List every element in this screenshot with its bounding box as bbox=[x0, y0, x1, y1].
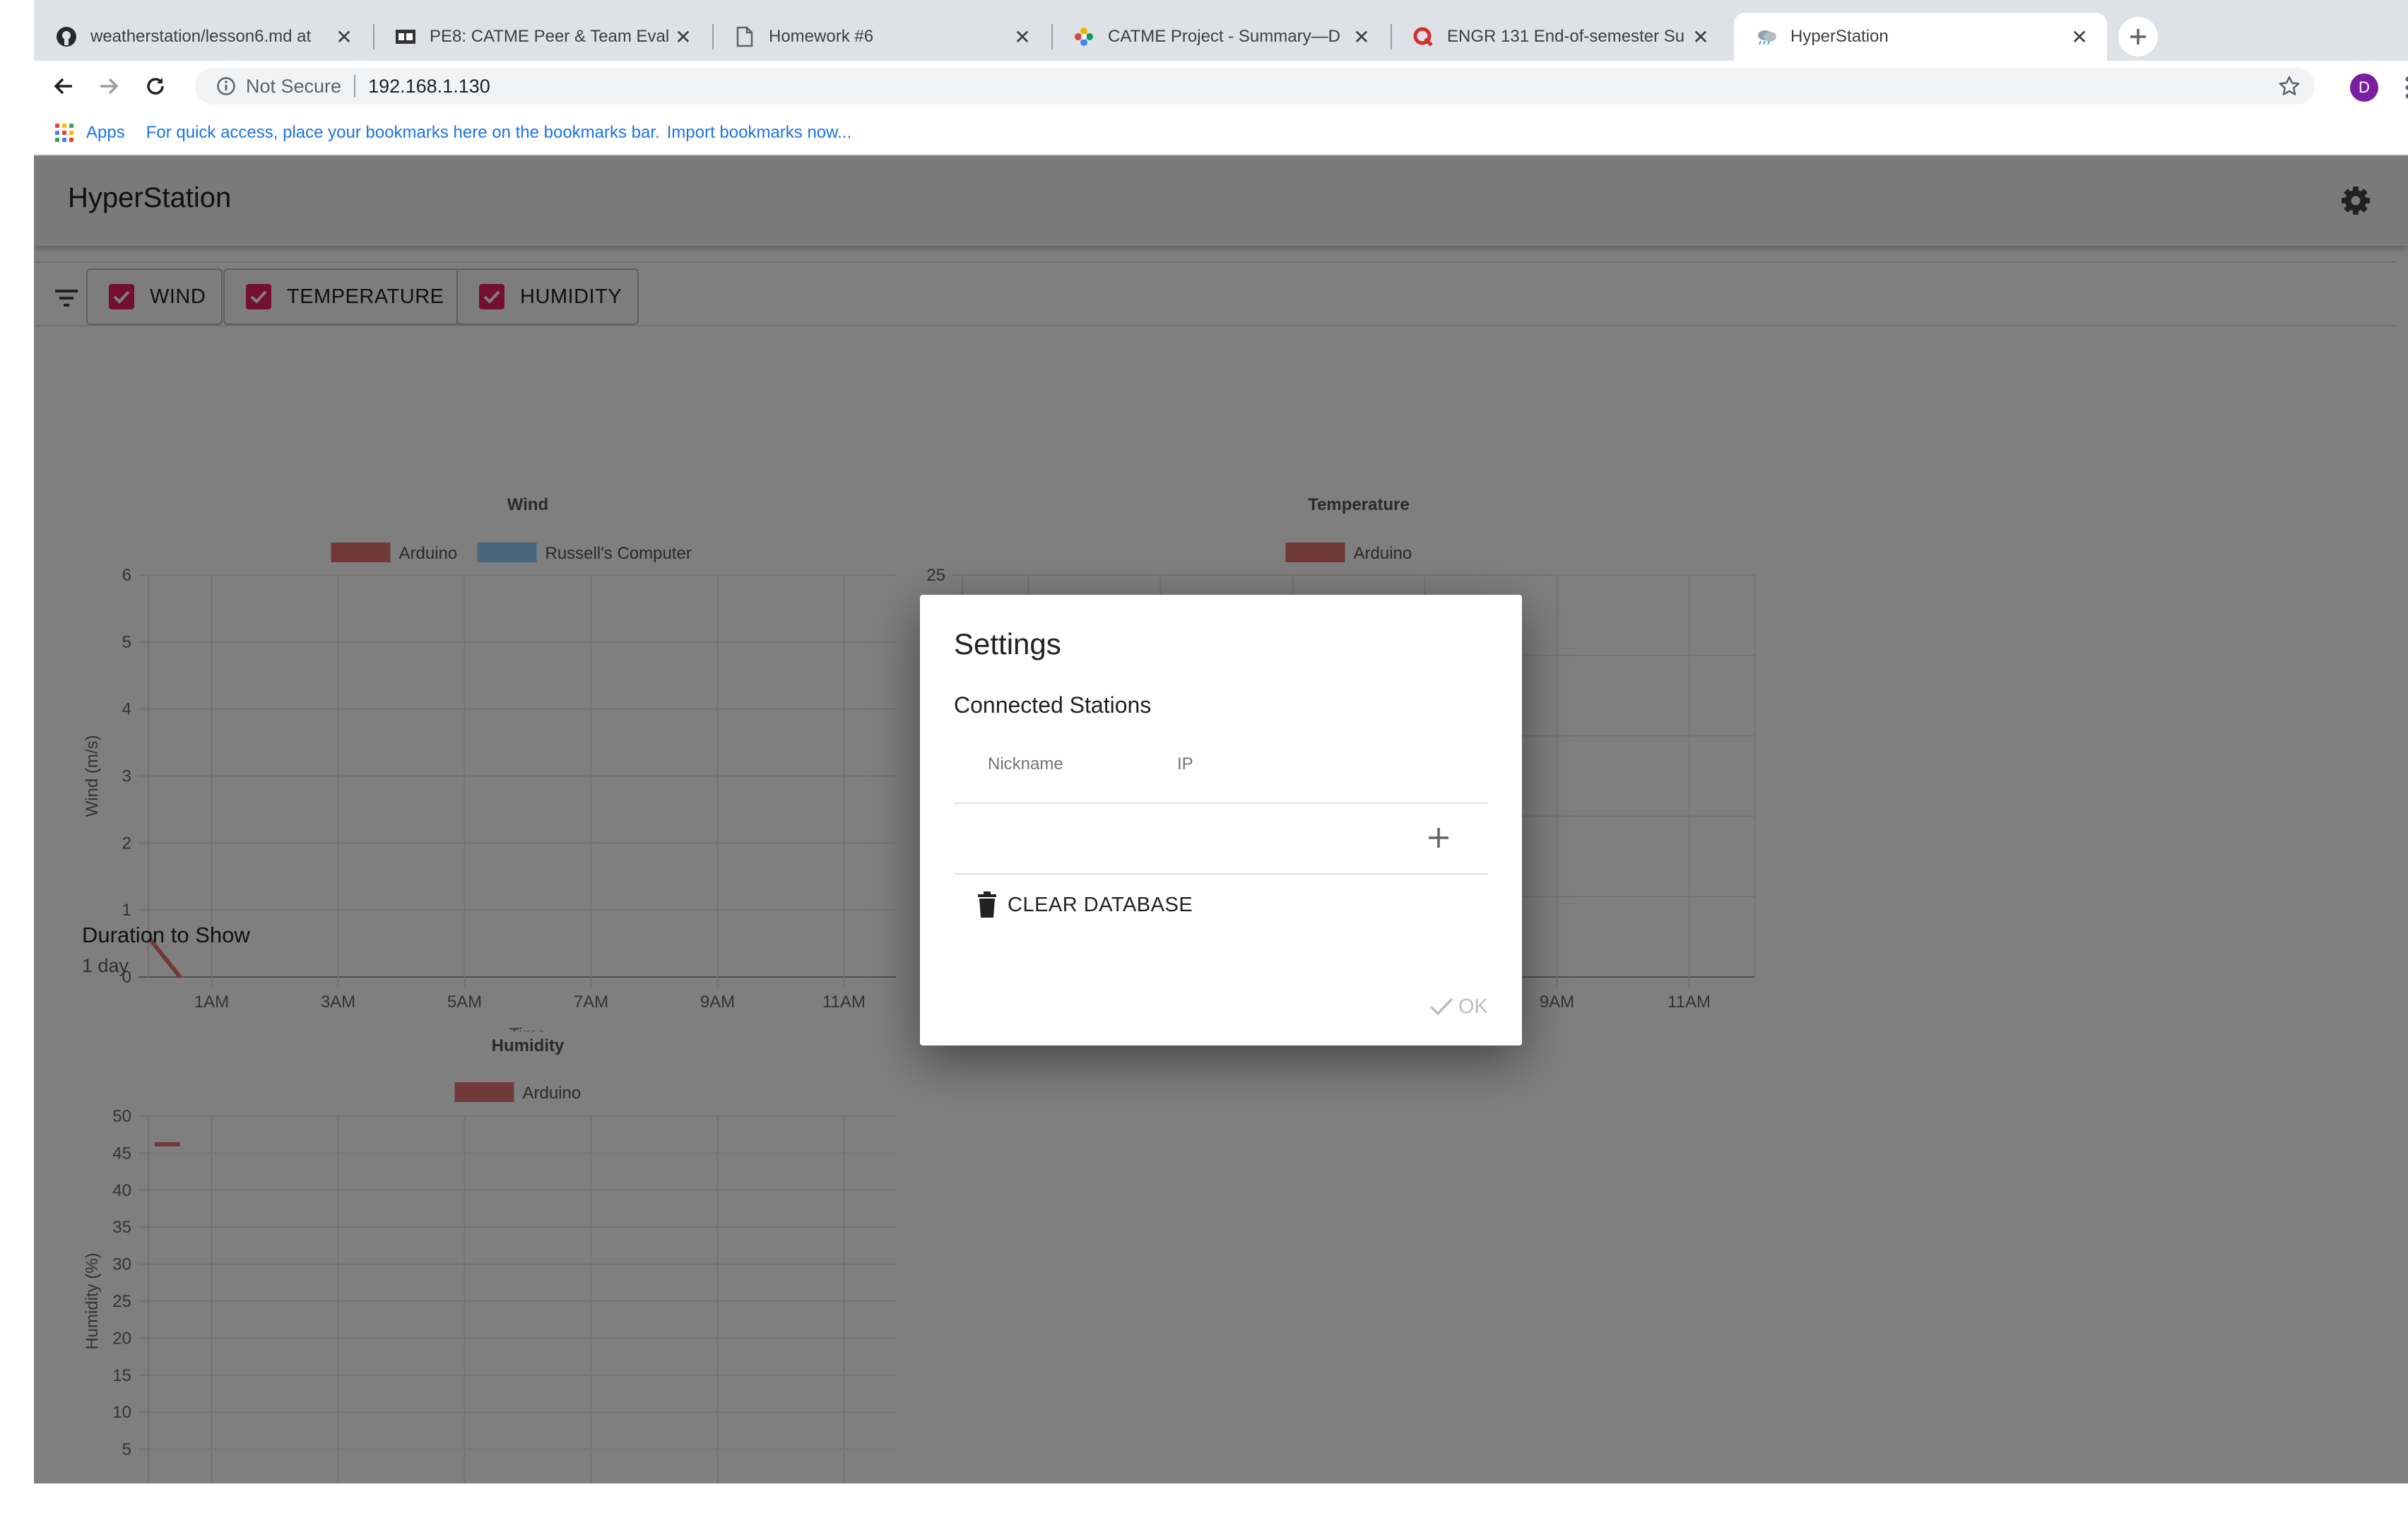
close-icon[interactable]: ✕ bbox=[334, 25, 355, 49]
kebab-menu-icon bbox=[2405, 76, 2408, 99]
tab-catme-summary[interactable]: CATME Project - Summary—D ✕ bbox=[1051, 13, 1389, 61]
tab-homework[interactable]: Homework #6 ✕ bbox=[712, 13, 1050, 61]
column-header-ip: IP bbox=[1177, 754, 1193, 774]
apps-shortcut[interactable]: Apps bbox=[55, 123, 125, 143]
tab-title: PE8: CATME Peer & Team Eval bbox=[430, 27, 670, 46]
url-text[interactable]: 192.168.1.130 bbox=[368, 76, 490, 97]
omnibox-divider bbox=[354, 75, 356, 97]
browser-menu-button[interactable] bbox=[2394, 71, 2408, 105]
connected-stations-heading: Connected Stations bbox=[954, 692, 1152, 718]
plus-icon bbox=[2130, 29, 2146, 45]
table-divider bbox=[954, 873, 1488, 875]
reload-button[interactable] bbox=[138, 69, 172, 103]
tab-github[interactable]: weatherstation/lesson6.md at ✕ bbox=[34, 13, 372, 61]
reload-icon bbox=[147, 78, 164, 95]
settings-dialog: Settings Connected Stations Nickname IP … bbox=[920, 595, 1522, 1045]
bookmark-star-button[interactable] bbox=[2272, 69, 2306, 103]
tab-title: HyperStation bbox=[1790, 27, 1889, 46]
screen: weatherstation/lesson6.md at ✕ PE8: CATM… bbox=[0, 0, 2408, 1523]
browser-toolbar: Not Secure 192.168.1.130 D bbox=[34, 61, 2408, 112]
window-margin bbox=[0, 1483, 2408, 1523]
dialog-title: Settings bbox=[954, 627, 1061, 660]
info-icon[interactable] bbox=[215, 75, 237, 97]
address-bar[interactable]: Not Secure 192.168.1.130 bbox=[195, 68, 2315, 105]
column-header-nickname: Nickname bbox=[988, 754, 1063, 774]
forward-arrow-icon bbox=[100, 78, 119, 95]
close-icon[interactable]: ✕ bbox=[673, 25, 694, 49]
back-arrow-icon bbox=[54, 78, 72, 95]
check-icon bbox=[1429, 994, 1454, 1019]
add-station-button[interactable] bbox=[1420, 819, 1457, 856]
tab-engr-survey[interactable]: ENGR 131 End-of-semester Su ✕ bbox=[1391, 13, 1728, 61]
catme-icon bbox=[394, 25, 417, 48]
close-icon[interactable]: ✕ bbox=[2069, 25, 2090, 49]
tab-title: weatherstation/lesson6.md at bbox=[90, 27, 312, 46]
hyperstation-icon bbox=[1755, 25, 1778, 48]
trash-icon bbox=[976, 891, 998, 919]
tab-title: Homework #6 bbox=[769, 27, 874, 46]
star-icon bbox=[2279, 76, 2300, 95]
tab-hyperstation[interactable]: HyperStation ✕ bbox=[1734, 13, 2107, 61]
tab-catme-peer[interactable]: PE8: CATME Peer & Team Eval ✕ bbox=[373, 13, 711, 61]
window-margin bbox=[0, 0, 34, 1523]
ok-label: OK bbox=[1458, 995, 1488, 1018]
apps-label: Apps bbox=[86, 123, 125, 142]
document-icon bbox=[733, 25, 756, 48]
bookmarks-hint: For quick access, place your bookmarks h… bbox=[146, 123, 660, 142]
ok-button[interactable]: OK bbox=[1429, 990, 1488, 1023]
back-button[interactable] bbox=[47, 69, 81, 103]
clear-database-button[interactable]: CLEAR DATABASE bbox=[976, 887, 1193, 923]
plus-icon bbox=[1429, 828, 1448, 848]
new-tab-button[interactable] bbox=[2118, 17, 2158, 57]
catme-flower-icon bbox=[1073, 25, 1095, 48]
security-label: Not Secure bbox=[246, 75, 342, 97]
qualtrics-icon bbox=[1412, 25, 1434, 48]
profile-avatar[interactable]: D bbox=[2350, 73, 2378, 102]
tab-title: ENGR 131 End-of-semester Su bbox=[1447, 27, 1685, 46]
import-bookmarks-link[interactable]: Import bookmarks now... bbox=[667, 123, 851, 143]
forward-button[interactable] bbox=[92, 69, 126, 103]
apps-grid-icon bbox=[55, 124, 73, 142]
browser-tab-strip: weatherstation/lesson6.md at ✕ PE8: CATM… bbox=[34, 0, 2408, 61]
bookmarks-bar: Apps For quick access, place your bookma… bbox=[34, 112, 2408, 155]
table-divider bbox=[954, 802, 1488, 804]
tab-title: CATME Project - Summary—D bbox=[1108, 27, 1340, 46]
close-icon[interactable]: ✕ bbox=[1012, 25, 1033, 49]
close-icon[interactable]: ✕ bbox=[1351, 25, 1372, 49]
clear-database-label: CLEAR DATABASE bbox=[1008, 893, 1193, 916]
close-icon[interactable]: ✕ bbox=[1690, 25, 1711, 49]
github-icon bbox=[55, 25, 78, 48]
